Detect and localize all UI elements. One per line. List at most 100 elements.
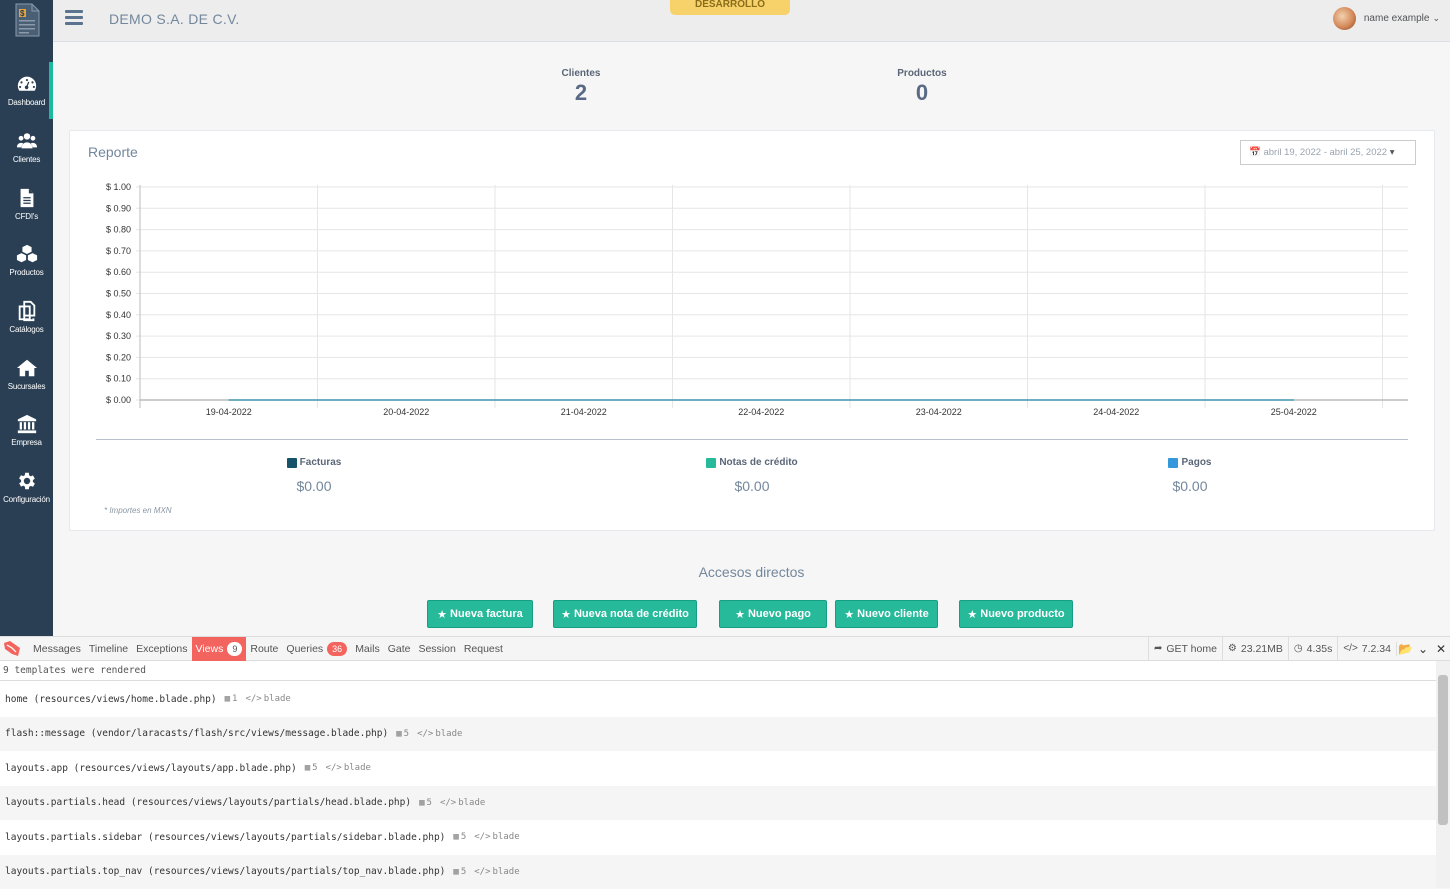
quick-access-button[interactable]: ★Nueva nota de crédito xyxy=(553,600,697,628)
tab-label: Mails xyxy=(355,637,380,661)
tab-label: Messages xyxy=(33,637,81,661)
view-type: blade xyxy=(344,763,371,773)
quick-access-label: Nueva factura xyxy=(450,608,523,620)
sidebar-item-clientes[interactable]: Clientes xyxy=(0,119,53,176)
sidebar-item-dashboard[interactable]: Dashboard xyxy=(0,62,53,119)
dashboard-icon xyxy=(16,73,38,95)
code-icon: </> xyxy=(245,694,261,704)
sidebar-item-label: Catálogos xyxy=(9,325,43,334)
sidebar-item-productos[interactable]: Productos xyxy=(0,232,53,289)
table-icon: ▦ xyxy=(305,763,310,773)
report-title: Reporte xyxy=(88,144,138,160)
quick-access-button[interactable]: ★Nuevo producto xyxy=(959,600,1073,628)
view-name: flash::message (vendor/laracasts/flash/s… xyxy=(5,728,388,739)
sidebar-item-empresa[interactable]: Empresa xyxy=(0,402,53,459)
star-icon: ★ xyxy=(437,608,447,621)
tab-route[interactable]: Route xyxy=(246,637,282,661)
y-tick-label: $ 0.20 xyxy=(106,352,131,362)
tab-views[interactable]: Views9 xyxy=(192,637,247,661)
x-tick-label: 23-04-2022 xyxy=(916,407,962,417)
quick-access-button[interactable]: ★Nueva factura xyxy=(427,600,533,628)
chevron-down-icon[interactable]: ⌄ xyxy=(1414,642,1432,656)
folder-open-icon[interactable]: 📂 xyxy=(1396,642,1414,656)
y-tick-label: $ 0.50 xyxy=(106,289,131,299)
tab-session[interactable]: Session xyxy=(414,637,459,661)
user-name: name example xyxy=(1364,13,1430,24)
quick-access-label: Nuevo pago xyxy=(748,608,811,620)
sidebar-item-cfdis[interactable]: CFDI's xyxy=(0,175,53,232)
x-tick-label: 25-04-2022 xyxy=(1271,407,1317,417)
users-icon xyxy=(16,130,38,152)
avatar xyxy=(1333,7,1356,30)
quick-access-title: Accesos directos xyxy=(53,564,1450,580)
tab-label: Exceptions xyxy=(136,637,187,661)
y-tick-label: $ 0.70 xyxy=(106,246,131,256)
home-icon xyxy=(16,357,38,379)
sidebar-item-sucursales[interactable]: Sucursales xyxy=(0,345,53,402)
tab-request[interactable]: Request xyxy=(460,637,507,661)
legend-header: Notas de crédito xyxy=(652,457,852,468)
table-icon: ▦ xyxy=(225,694,230,704)
tab-timeline[interactable]: Timeline xyxy=(85,637,132,661)
tab-queries[interactable]: Queries36 xyxy=(282,637,351,661)
sidebar-item-label: Productos xyxy=(9,268,43,277)
debugbar-header: Messages Timeline ExceptionsViews9RouteQue… xyxy=(0,637,1450,661)
bank-icon xyxy=(16,413,38,435)
sidebar-item-configuracin[interactable]: Configuración xyxy=(0,459,53,516)
stat-productos: Productos 0 xyxy=(862,68,982,106)
environment-badge: DESARROLLO xyxy=(670,0,790,15)
app-logo[interactable]: $ xyxy=(0,0,53,62)
code-icon: </> xyxy=(474,867,490,877)
sidebar-item-label: Clientes xyxy=(13,155,40,164)
php-info: </>7.2.34 xyxy=(1337,637,1396,661)
view-type: blade xyxy=(435,729,462,739)
star-icon: ★ xyxy=(735,608,745,621)
star-icon: ★ xyxy=(967,608,977,621)
user-menu[interactable]: name example ⌄ xyxy=(1333,7,1440,30)
date-range-picker[interactable]: 📅 abril 19, 2022 - abril 25, 2022 ▾ xyxy=(1240,140,1416,165)
tab-mails[interactable]: Mails xyxy=(351,637,384,661)
view-params: 1 xyxy=(232,694,237,704)
legend-header: Pagos xyxy=(1090,457,1290,468)
tab-exceptions[interactable]: Exceptions xyxy=(132,637,191,661)
view-name: home (resources/views/home.blade.php) xyxy=(5,694,217,705)
list-item: layouts.partials.head (resources/views/l… xyxy=(0,786,1436,821)
list-item: home (resources/views/home.blade.php) ▦1 <… xyxy=(0,682,1436,717)
quick-access-button[interactable]: ★Nuevo pago xyxy=(719,600,827,628)
clock-icon: ◷ xyxy=(1294,637,1303,661)
close-icon[interactable]: ✕ xyxy=(1432,642,1450,656)
y-tick-label: $ 0.00 xyxy=(106,395,131,405)
y-tick-label: $ 0.30 xyxy=(106,331,131,341)
sidebar-item-catlogos[interactable]: Catálogos xyxy=(0,289,53,346)
x-tick-label: 24-04-2022 xyxy=(1093,407,1139,417)
quick-access-button[interactable]: ★Nuevo cliente xyxy=(835,600,938,628)
scrollbar-thumb[interactable] xyxy=(1438,675,1448,825)
legend-label: Pagos xyxy=(1181,457,1211,468)
y-tick-label: $ 0.60 xyxy=(106,267,131,277)
laravel-logo-icon[interactable] xyxy=(3,640,21,657)
time-info: ◷4.35s xyxy=(1288,637,1337,661)
legend-value: $0.00 xyxy=(652,478,852,494)
table-icon: ▦ xyxy=(453,832,458,842)
x-tick-label: 22-04-2022 xyxy=(738,407,784,417)
code-icon: </> xyxy=(1343,637,1357,661)
tab-label: Timeline xyxy=(89,637,128,661)
tab-gate[interactable]: Gate xyxy=(384,637,415,661)
invoice-logo-icon: $ xyxy=(14,3,40,37)
view-name: layouts.partials.sidebar (resources/view… xyxy=(5,832,445,843)
quick-access-label: Nuevo cliente xyxy=(857,608,929,620)
gear-icon xyxy=(16,470,38,492)
company-name: DEMO S.A. DE C.V. xyxy=(109,11,240,27)
menu-toggle-icon[interactable] xyxy=(65,10,83,25)
tab-messages[interactable]: Messages xyxy=(29,637,85,661)
request-info[interactable]: ➦GET home xyxy=(1148,637,1222,661)
copy-icon xyxy=(16,300,38,322)
view-params: 5 xyxy=(427,798,432,808)
legend-value: $0.00 xyxy=(1090,478,1290,494)
view-name: layouts.app (resources/views/layouts/app… xyxy=(5,763,297,774)
legend-value: $0.00 xyxy=(214,478,414,494)
tab-label: Views xyxy=(196,637,224,661)
legend-item: Pagos $0.00 xyxy=(1090,457,1290,494)
share-icon: ➦ xyxy=(1154,637,1162,661)
y-tick-label: $ 0.10 xyxy=(106,374,131,384)
